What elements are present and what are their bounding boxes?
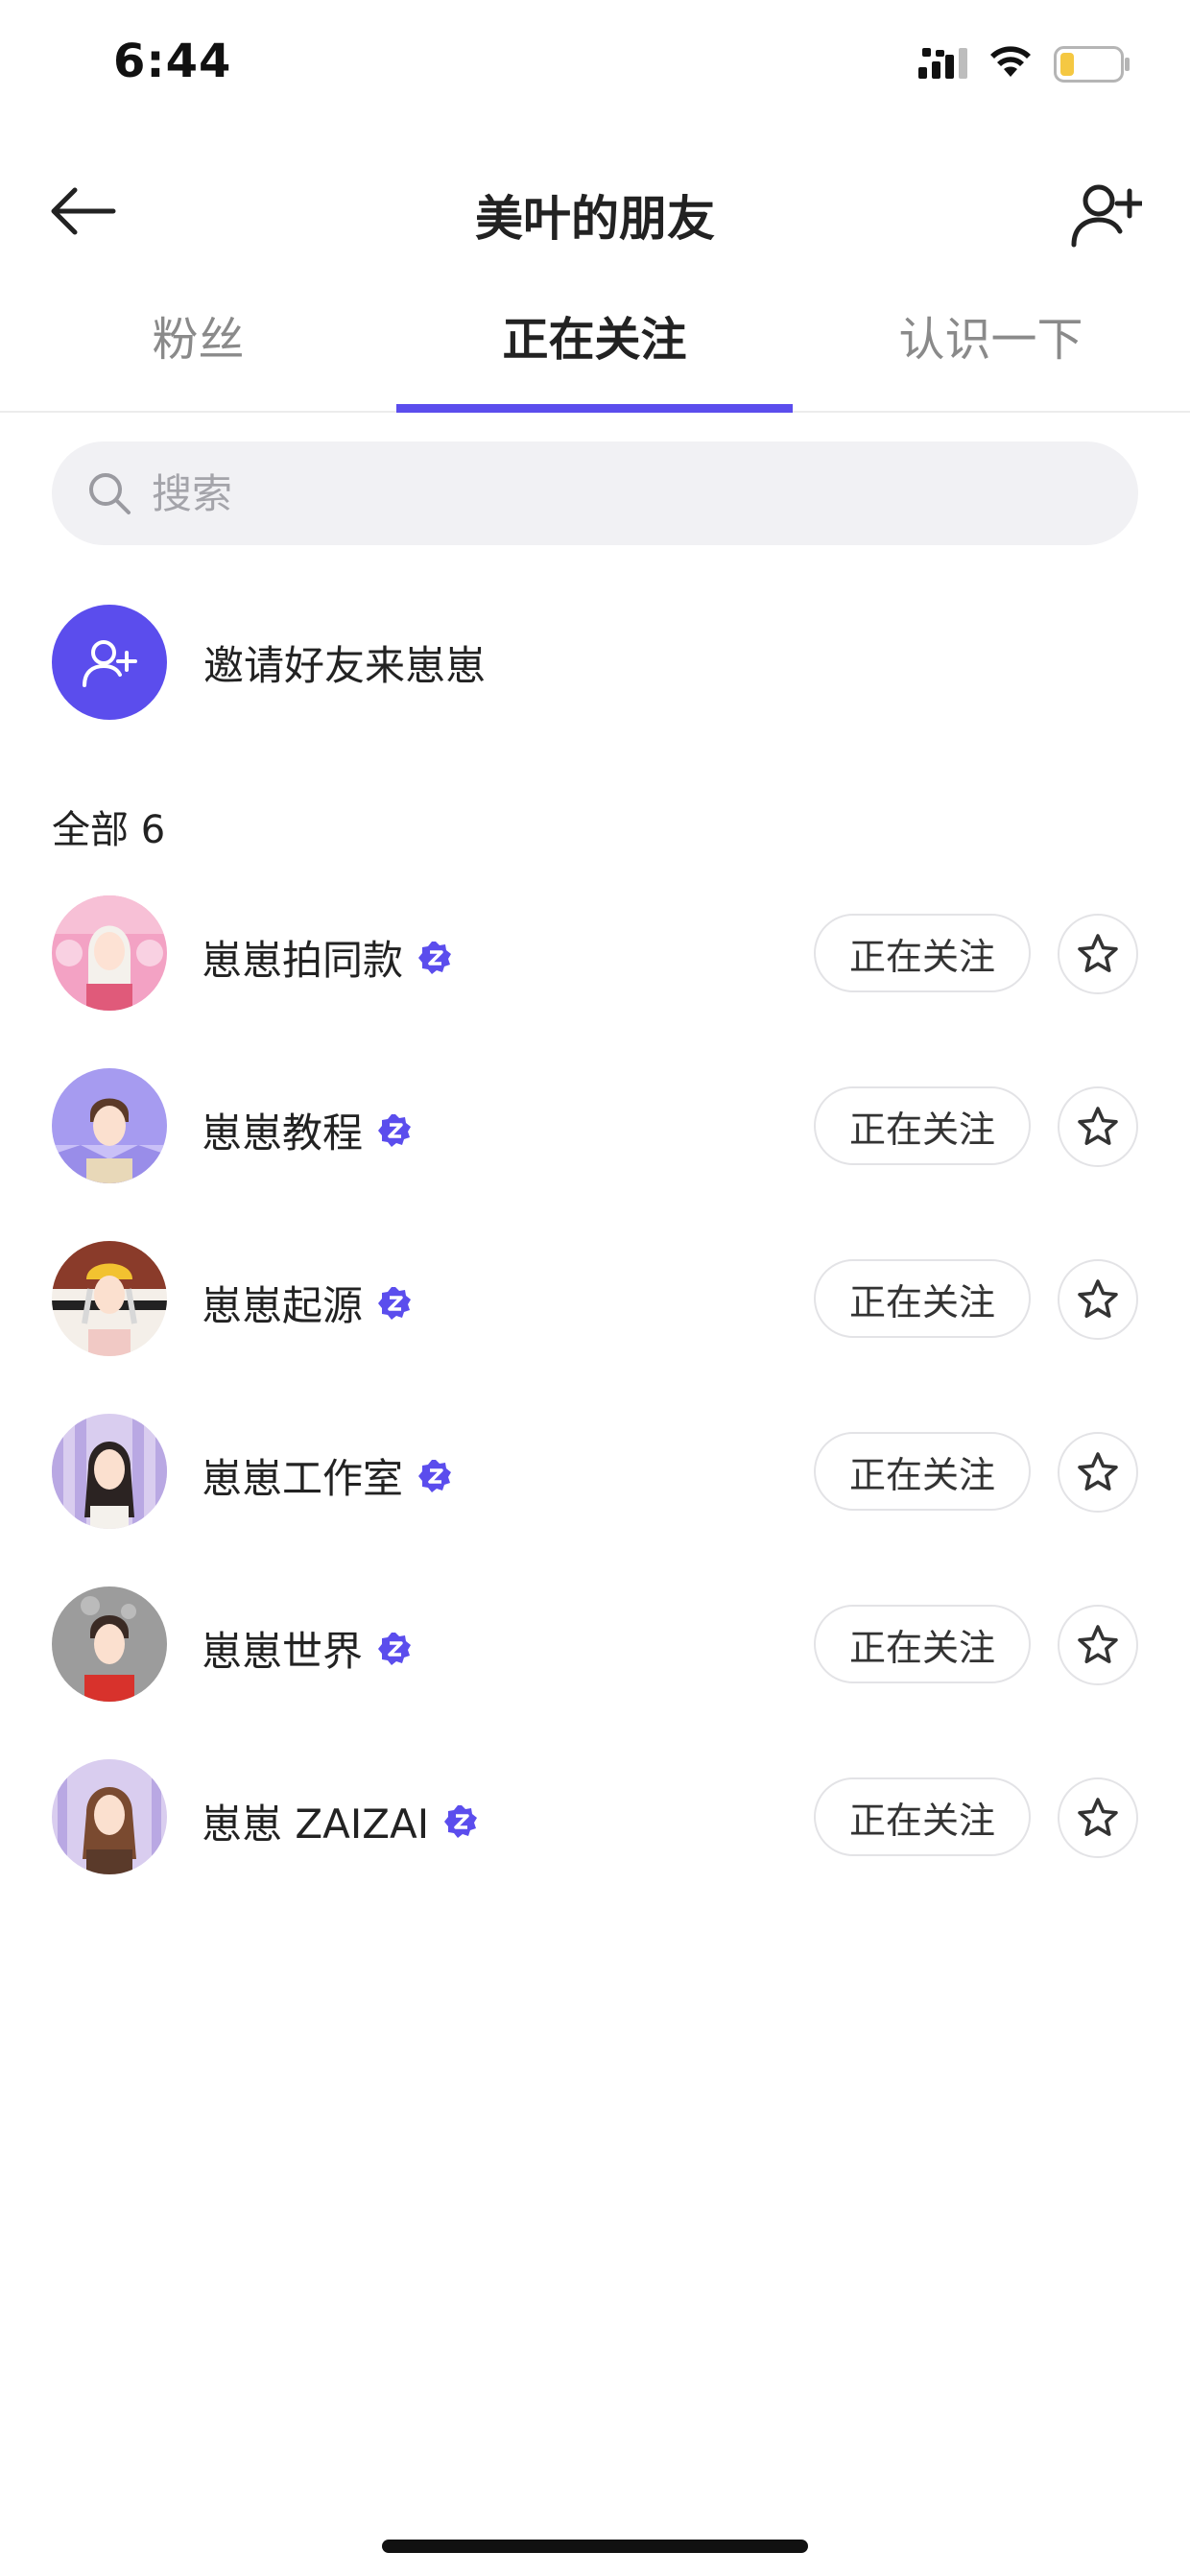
- avatar[interactable]: [52, 1068, 167, 1183]
- friend-row[interactable]: 崽崽教程 正在关注: [0, 1068, 1190, 1241]
- following-button[interactable]: 正在关注: [814, 914, 1031, 992]
- avatar[interactable]: [52, 1586, 167, 1702]
- verified-badge-icon: [378, 1286, 412, 1320]
- friend-list: 崽崽拍同款 正在关注 崽崽教程 正在关注 崽崽起源 正在关注 崽崽工作室 正在关…: [0, 895, 1190, 1932]
- tab-bar: 粉丝 正在关注 认识一下: [0, 288, 1190, 413]
- following-button[interactable]: 正在关注: [814, 1086, 1031, 1165]
- friend-row[interactable]: 崽崽 ZAIZAI 正在关注: [0, 1759, 1190, 1932]
- section-title: 全部 6: [52, 808, 166, 852]
- search-input[interactable]: [152, 469, 1015, 517]
- friend-name-text: 崽崽教程: [202, 1109, 364, 1157]
- tab-discover[interactable]: 认识一下: [793, 301, 1189, 369]
- friend-name-text: 崽崽世界: [202, 1628, 364, 1675]
- tab-indicator: [396, 404, 793, 413]
- invite-friends-row[interactable]: 邀请好友来崽崽: [52, 605, 1138, 720]
- friend-name: 崽崽教程: [202, 1101, 413, 1159]
- favorite-button[interactable]: [1058, 1777, 1138, 1858]
- favorite-button[interactable]: [1058, 1086, 1138, 1167]
- cellular-signal-icon: [918, 48, 967, 79]
- star-icon: [1078, 934, 1118, 972]
- star-icon: [1078, 1279, 1118, 1318]
- home-indicator[interactable]: [382, 2540, 808, 2553]
- invite-label: 邀请好友来崽崽: [203, 641, 487, 689]
- favorite-button[interactable]: [1058, 1432, 1138, 1513]
- favorite-button[interactable]: [1058, 914, 1138, 994]
- friend-name-text: 崽崽起源: [202, 1282, 364, 1329]
- tab-fans[interactable]: 粉丝: [0, 301, 396, 369]
- following-button[interactable]: 正在关注: [814, 1259, 1031, 1338]
- avatar[interactable]: [52, 1414, 167, 1529]
- friend-name-text: 崽崽拍同款: [202, 937, 404, 984]
- user-plus-icon: [83, 640, 137, 687]
- invite-avatar: [52, 605, 167, 720]
- page-title: 美叶的朋友: [475, 191, 715, 247]
- friend-row[interactable]: 崽崽工作室 正在关注: [0, 1414, 1190, 1586]
- search-icon: [89, 473, 131, 514]
- add-friend-button[interactable]: [1070, 178, 1142, 250]
- friend-name-text: 崽崽工作室: [202, 1455, 404, 1502]
- star-icon: [1078, 1107, 1118, 1145]
- avatar[interactable]: [52, 895, 167, 1011]
- avatar[interactable]: [52, 1759, 167, 1874]
- verified-badge-icon: [418, 1459, 452, 1492]
- favorite-button[interactable]: [1058, 1259, 1138, 1340]
- battery-icon: [1054, 46, 1130, 83]
- verified-badge-icon: [418, 941, 452, 974]
- verified-badge-icon: [444, 1804, 478, 1838]
- following-button[interactable]: 正在关注: [814, 1432, 1031, 1511]
- favorite-button[interactable]: [1058, 1605, 1138, 1685]
- friend-name: 崽崽工作室: [202, 1446, 453, 1505]
- friend-name-text: 崽崽 ZAIZAI: [202, 1801, 430, 1848]
- verified-badge-icon: [378, 1113, 412, 1147]
- status-time: 6:44: [113, 35, 232, 88]
- friend-name: 崽崽 ZAIZAI: [202, 1792, 479, 1850]
- friend-row[interactable]: 崽崽世界 正在关注: [0, 1586, 1190, 1759]
- search-bar[interactable]: [52, 441, 1138, 545]
- wifi-icon: [990, 46, 1031, 77]
- friend-name: 崽崽拍同款: [202, 928, 453, 987]
- status-bar: 6:44: [0, 0, 1190, 134]
- following-button[interactable]: 正在关注: [814, 1605, 1031, 1683]
- following-button[interactable]: 正在关注: [814, 1777, 1031, 1856]
- star-icon: [1078, 1625, 1118, 1663]
- header: 美叶的朋友: [0, 154, 1190, 269]
- friend-row[interactable]: 崽崽起源 正在关注: [0, 1241, 1190, 1414]
- verified-badge-icon: [378, 1632, 412, 1665]
- friend-row[interactable]: 崽崽拍同款 正在关注: [0, 895, 1190, 1068]
- avatar[interactable]: [52, 1241, 167, 1356]
- friend-name: 崽崽起源: [202, 1274, 413, 1332]
- star-icon: [1078, 1798, 1118, 1836]
- star-icon: [1078, 1452, 1118, 1491]
- friend-name: 崽崽世界: [202, 1619, 413, 1678]
- tab-following[interactable]: 正在关注: [396, 301, 793, 369]
